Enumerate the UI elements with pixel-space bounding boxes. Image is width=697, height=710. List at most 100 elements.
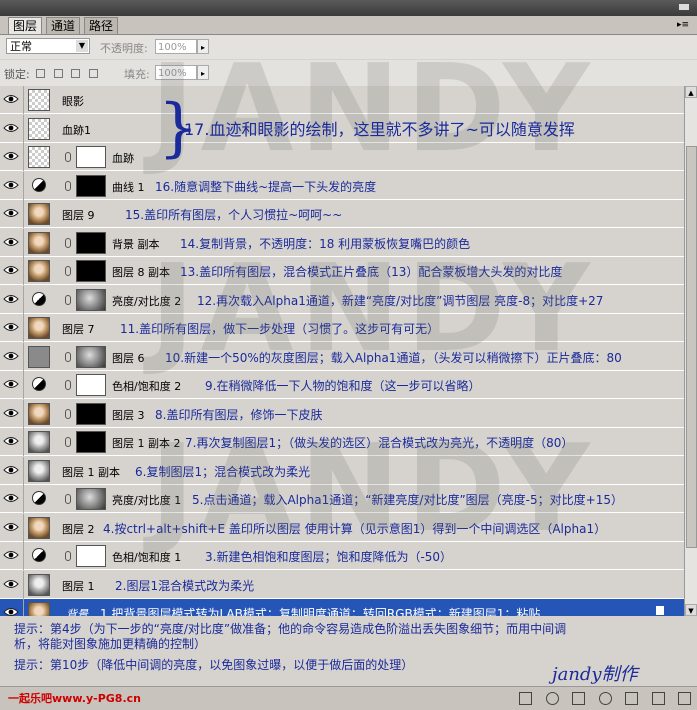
layer-row[interactable]: 图层 3 8.盖印所有图层，修饰一下皮肤 (0, 400, 684, 428)
link-layers-icon[interactable] (519, 691, 532, 705)
layer-name[interactable]: 眼影 (62, 93, 84, 109)
layer-name[interactable]: 图层 8 副本 (112, 264, 170, 280)
layer-mask-thumbnail[interactable] (76, 175, 106, 197)
layer-row[interactable]: 血跡 (0, 143, 684, 171)
adjustment-layer-icon[interactable] (598, 691, 612, 705)
layer-row[interactable]: 曲线 1 16.随意调整下曲线~提高一下头发的亮度 (0, 172, 684, 200)
layer-mask-thumbnail[interactable] (76, 403, 106, 425)
layer-name[interactable]: 曲线 1 (112, 179, 145, 195)
lock-move-icon[interactable] (71, 68, 80, 78)
chain-link-icon[interactable] (65, 152, 71, 162)
layer-name[interactable]: 图层 2 (62, 521, 95, 537)
eye-icon[interactable] (3, 377, 19, 391)
layer-name[interactable]: 亮度/对比度 2 (112, 293, 181, 309)
chain-link-icon[interactable] (65, 380, 71, 390)
layer-row[interactable]: 亮度/对比度 1 5.点击通道；载入Alpha1通道；“新建亮度/对比度”图层（亮… (0, 485, 684, 513)
layer-mask-thumbnail[interactable] (76, 289, 106, 311)
layer-mask-thumbnail[interactable] (76, 431, 106, 453)
chain-link-icon[interactable] (65, 266, 71, 276)
chain-link-icon[interactable] (65, 551, 71, 561)
eye-icon[interactable] (3, 320, 19, 334)
layer-mask-thumbnail[interactable] (76, 374, 106, 396)
eye-icon[interactable] (3, 520, 19, 534)
layer-name[interactable]: 血跡 (112, 150, 134, 166)
layer-name[interactable]: 图层 1 (62, 578, 95, 594)
layer-mask-thumbnail[interactable] (76, 232, 106, 254)
layer-row[interactable]: 图层 8 副本 13.盖印所有图层，混合模式正片叠底（13）配合蒙板增大头发的对比… (0, 257, 684, 285)
tab-channels[interactable]: 通道 (46, 17, 81, 34)
panel-menu-grip[interactable] (679, 4, 689, 10)
fill-field[interactable]: 100% (155, 65, 197, 80)
new-layer-icon[interactable] (651, 691, 665, 705)
layer-row[interactable]: 图层 2 4.按ctrl+alt+shift+E 盖印所以图层 使用计算（见示意图… (0, 514, 684, 542)
layer-row[interactable]: 色相/饱和度 2 9.在稍微降低一下人物的饱和度（这一步可以省略） (0, 371, 684, 399)
layer-name[interactable]: 背景 副本 (112, 236, 160, 252)
tab-layers[interactable]: 图层 (8, 17, 43, 34)
layer-row[interactable]: 亮度/对比度 2 12.再次载入Alpha1通道，新建“亮度/对比度”调节图层 亮… (0, 286, 684, 314)
chain-link-icon[interactable] (65, 181, 71, 191)
layer-name[interactable]: 图层 3 (112, 407, 145, 423)
panel-menu-icon[interactable]: ▸≡ (675, 19, 691, 31)
chain-link-icon[interactable] (65, 409, 71, 419)
layer-name[interactable]: 图层 7 (62, 321, 95, 337)
scroll-up-icon[interactable]: ▲ (685, 86, 697, 98)
panel-title-bar[interactable] (0, 0, 697, 16)
layer-mask-thumbnail[interactable] (76, 346, 106, 368)
layer-row[interactable]: 图层 6 10.新建一个50%的灰度图层；载入Alpha1通道，（头发可以稍微擦下… (0, 343, 684, 371)
eye-icon[interactable] (3, 292, 19, 306)
scroll-down-icon[interactable]: ▼ (685, 604, 697, 616)
chain-link-icon[interactable] (65, 238, 71, 248)
eye-icon[interactable] (3, 577, 19, 591)
chain-link-icon[interactable] (65, 437, 71, 447)
lock-all-icon[interactable] (88, 68, 98, 78)
eye-icon[interactable] (3, 149, 19, 163)
layer-row[interactable]: 图层 9 15.盖印所有图层，个人习惯拉~呵呵~~ (0, 200, 684, 228)
layer-row[interactable]: 眼影 (0, 86, 684, 114)
eye-icon[interactable] (3, 92, 19, 106)
chain-link-icon[interactable] (65, 295, 71, 305)
new-group-icon[interactable] (625, 691, 638, 705)
layer-name[interactable]: 图层 1 副本 (62, 464, 120, 480)
fill-arrow-icon[interactable]: ▸ (197, 65, 209, 80)
eye-icon[interactable] (3, 206, 19, 220)
layer-name[interactable]: 血跡1 (62, 122, 91, 138)
scroll-thumb[interactable] (686, 146, 697, 548)
eye-icon[interactable] (3, 263, 19, 277)
blend-mode-select[interactable]: 正常 ▼ (6, 38, 90, 54)
chain-link-icon[interactable] (65, 494, 71, 504)
eye-icon[interactable] (3, 548, 19, 562)
layer-name[interactable]: 色相/饱和度 2 (112, 378, 181, 394)
opacity-field[interactable]: 100% (155, 39, 197, 54)
chain-link-icon[interactable] (65, 352, 71, 362)
eye-icon[interactable] (3, 178, 19, 192)
tab-paths[interactable]: 路径 (84, 17, 119, 34)
layer-mask-thumbnail[interactable] (76, 488, 106, 510)
layer-name[interactable]: 亮度/对比度 1 (112, 492, 181, 508)
layer-mask-thumbnail[interactable] (76, 260, 106, 282)
eye-icon[interactable] (3, 434, 19, 448)
layer-name[interactable]: 色相/饱和度 1 (112, 549, 181, 565)
layer-row[interactable]: 图层 1 副本 2 7.再次复制图层1；（做头发的选区）混合模式改为亮光，不透明度… (0, 428, 684, 456)
layer-row[interactable]: 色相/饱和度 1 3.新建色相饱和度图层；饱和度降低为（-50） (0, 542, 684, 570)
layer-style-icon[interactable] (545, 691, 559, 705)
eye-icon[interactable] (3, 121, 19, 135)
layer-mask-thumbnail[interactable] (76, 146, 106, 168)
layer-mask-thumbnail[interactable] (76, 545, 106, 567)
layers-scrollbar[interactable]: ▲ ▼ (684, 86, 697, 616)
lock-brush-icon[interactable] (53, 68, 63, 78)
layer-row[interactable]: 图层 7 11.盖印所有图层，做下一步处理（习惯了。这步可有可无） (0, 314, 684, 342)
eye-icon[interactable] (3, 463, 19, 477)
add-mask-icon[interactable] (572, 691, 585, 705)
layer-name[interactable]: 图层 9 (62, 207, 95, 223)
layer-row[interactable]: 图层 1 2.图层1混合模式改为柔光 (0, 571, 684, 599)
layer-row[interactable]: 图层 1 副本 6.复制图层1；混合模式改为柔光 (0, 457, 684, 485)
opacity-arrow-icon[interactable]: ▸ (197, 39, 209, 54)
trash-icon[interactable] (678, 691, 691, 705)
layer-name[interactable]: 图层 6 (112, 350, 145, 366)
eye-icon[interactable] (3, 406, 19, 420)
lock-transparency-icon[interactable] (36, 68, 45, 78)
eye-icon[interactable] (3, 235, 19, 249)
layer-name[interactable]: 图层 1 副本 2 (112, 435, 181, 451)
eye-icon[interactable] (3, 491, 19, 505)
eye-icon[interactable] (3, 349, 19, 363)
